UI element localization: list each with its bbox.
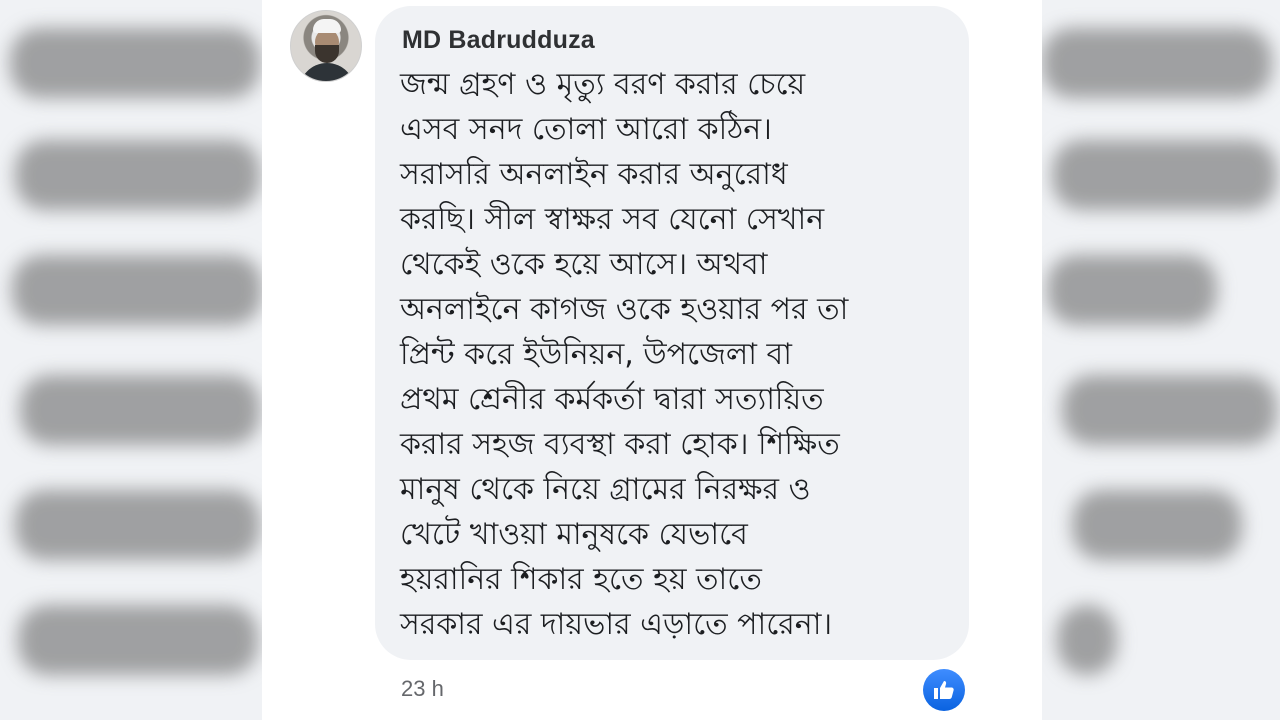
comment-text-line: করছি। সীল স্বাক্ষর সব যেনো সেখান xyxy=(400,202,825,237)
avatar[interactable] xyxy=(290,10,362,82)
comment-text-line: অনলাইনে কাগজ ওকে হওয়ার পর তা xyxy=(400,292,849,327)
comment-text-line: খেটে খাওয়া মানুষকে যেভাবে xyxy=(400,517,748,552)
blurred-background-right xyxy=(1042,0,1280,720)
comment-text-line: থেকেই ওকে হয়ে আসে। অথবা xyxy=(400,247,768,282)
comment-timestamp[interactable]: 23 h xyxy=(401,676,444,702)
comment-text-line: প্রথম শ্রেনীর কর্মকর্তা দ্বারা সত্যায়িত xyxy=(400,382,824,417)
comment-text-line: করার সহজ ব্যবস্থা করা হোক। শিক্ষিত xyxy=(400,427,840,462)
comment-text-line: এসব সনদ তোলা আরো কঠিন। xyxy=(400,112,772,147)
comment-text-line: হয়রানির শিকার হতে হয় তাতে xyxy=(400,562,762,597)
comment-text-line: জন্ম গ্রহণ ও মৃত্যু বরণ করার চেয়ে xyxy=(400,67,806,102)
screenshot-stage: MD Badrudduza জন্ম গ্রহণ ও মৃত্যু বরণ কর… xyxy=(0,0,1280,720)
blurred-background-left xyxy=(0,0,262,720)
thumbs-up-icon xyxy=(934,681,954,699)
like-reaction-icon[interactable] xyxy=(923,669,965,711)
comment-author-name[interactable]: MD Badrudduza xyxy=(402,26,595,55)
comment-text-line: সরাসরি অনলাইন করার অনুরোধ xyxy=(400,157,788,192)
comment-text-line: মানুষ থেকে নিয়ে গ্রামের নিরক্ষর ও xyxy=(400,472,811,507)
comment-text: জন্ম গ্রহণ ও মৃত্যু বরণ করার চেয়ে এসব স… xyxy=(400,62,960,647)
comment-text-line: প্রিন্ট করে ইউনিয়ন, উপজেলা বা xyxy=(400,337,792,372)
comment-text-line: সরকার এর দায়ভার এড়াতে পারেনা। xyxy=(400,607,833,642)
